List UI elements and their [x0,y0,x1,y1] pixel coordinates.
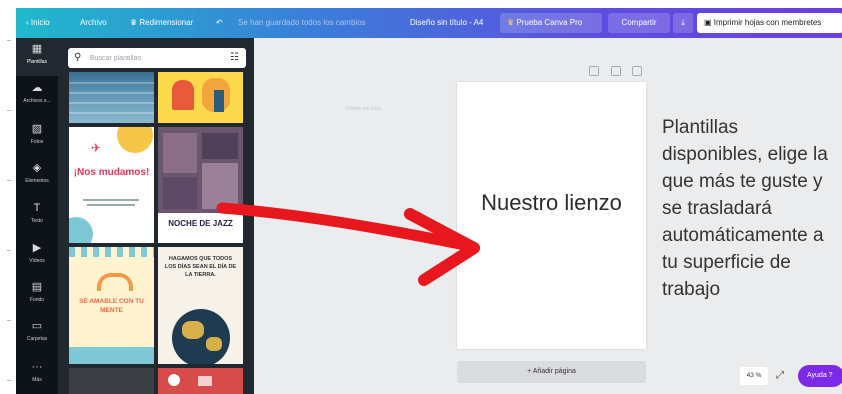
background-icon: ▤ [31,281,43,293]
more-icon: ··· [31,361,43,373]
nav-elements[interactable]: ◈ Elementos [16,157,58,195]
top-bar: ‹ Inicio Archivo ♛ Redimensionar ↶ Se ha… [16,8,842,38]
download-icon: ⤓ [681,18,685,27]
download-button[interactable]: ⤓ [673,13,693,33]
nav-videos[interactable]: ▶ Vídeos [16,237,58,275]
template-red-pattern[interactable] [158,368,243,394]
help-button[interactable]: Ayuda ? [798,365,842,387]
nav-uploads[interactable]: ☁ Archivos s... [16,77,58,115]
template-title: ¡Nos mudamos! [73,167,150,178]
add-page-icon[interactable] [632,66,642,76]
nav-folders[interactable]: ▭ Carpetas [16,315,58,353]
search-icon: ⚲ [74,52,82,63]
shapes-icon: ◈ [32,162,42,174]
print-icon: ▣ [704,18,712,27]
templates-panel: ⚲ ☷ ✈ ¡Nos mudamos! NOCHE DE JAZZ [58,38,254,394]
design-workspace: Diseño sin título Nuestro lienzo + Añadi… [254,38,842,394]
airplane-icon: ✈ [91,141,102,155]
try-pro-button[interactable]: ♛ Prueba Canva Pro [500,13,602,33]
chevron-left-icon: ‹ [26,18,29,27]
annotation-text: Plantillas disponibles, elige la que más… [662,117,828,300]
template-se-amable[interactable]: SÉ AMABLE CON TU MENTE [69,247,154,364]
side-nav: ▦ Plantillas ☁ Archivos s... ▨ Fotos ◈ E… [16,38,58,394]
document-title[interactable]: Diseño sin título - A4 [410,8,483,38]
filter-icon[interactable]: ☷ [230,51,239,65]
template-noche-de-jazz[interactable]: NOCHE DE JAZZ [158,127,243,243]
template-dark-photo[interactable] [69,368,154,394]
resize-button[interactable]: ♛ Redimensionar [130,8,193,38]
folder-icon: ▭ [31,320,43,332]
faded-design-title: Diseño sin título [346,106,382,112]
nav-templates[interactable]: ▦ Plantillas [16,38,58,76]
zoom-level[interactable]: 43 % [740,367,768,385]
template-title: NOCHE DE JAZZ [168,219,233,228]
photo-icon: ▨ [31,123,43,135]
duplicate-page-icon[interactable] [611,66,621,76]
template-dia-de-la-tierra[interactable]: HAGAMOS QUE TODOS LOS DÍAS SEAN EL DÍA D… [158,247,243,364]
cloud-upload-icon: ☁ [31,82,43,94]
nav-photos[interactable]: ▨ Fotos [16,118,58,156]
template-yellow-illustration[interactable] [158,72,243,123]
file-menu[interactable]: Archivo [80,8,107,38]
design-page[interactable]: Nuestro lienzo [457,82,646,349]
page-heading[interactable]: Nuestro lienzo [457,190,646,216]
templates-icon: ▦ [31,43,43,55]
expand-icon[interactable]: ⤢ [774,367,786,385]
nav-more[interactable]: ··· Más [16,356,58,394]
template-title: HAGAMOS QUE TODOS LOS DÍAS SEAN EL DÍA D… [164,256,237,278]
template-ocean[interactable] [69,72,154,123]
nav-text[interactable]: T Texto [16,197,58,235]
search-input[interactable] [90,51,220,65]
undo-icon: ↶ [216,18,223,27]
crown-icon: ♛ [130,18,138,27]
template-title: SÉ AMABLE CON TU MENTE [79,298,144,314]
notes-icon[interactable] [589,66,599,76]
left-margin [0,0,16,394]
template-search: ⚲ ☷ [68,48,246,68]
nav-background[interactable]: ▤ Fondo [16,276,58,314]
add-page-button[interactable]: + Añadir página [457,361,646,383]
text-icon: T [33,202,41,214]
home-link[interactable]: ‹ Inicio [26,8,50,38]
undo-button[interactable]: ↶ [216,8,223,38]
video-icon: ▶ [32,242,42,254]
print-button[interactable]: ▣ Imprimir hojas con membretes [697,13,842,33]
share-button[interactable]: Compartir [608,13,670,33]
canva-editor: ‹ Inicio Archivo ♛ Redimensionar ↶ Se ha… [0,0,842,394]
crown-icon: ♛ [507,18,515,27]
template-nos-mudamos[interactable]: ✈ ¡Nos mudamos! [69,127,154,243]
save-status: Se han guardado todos los cambios [238,18,366,27]
